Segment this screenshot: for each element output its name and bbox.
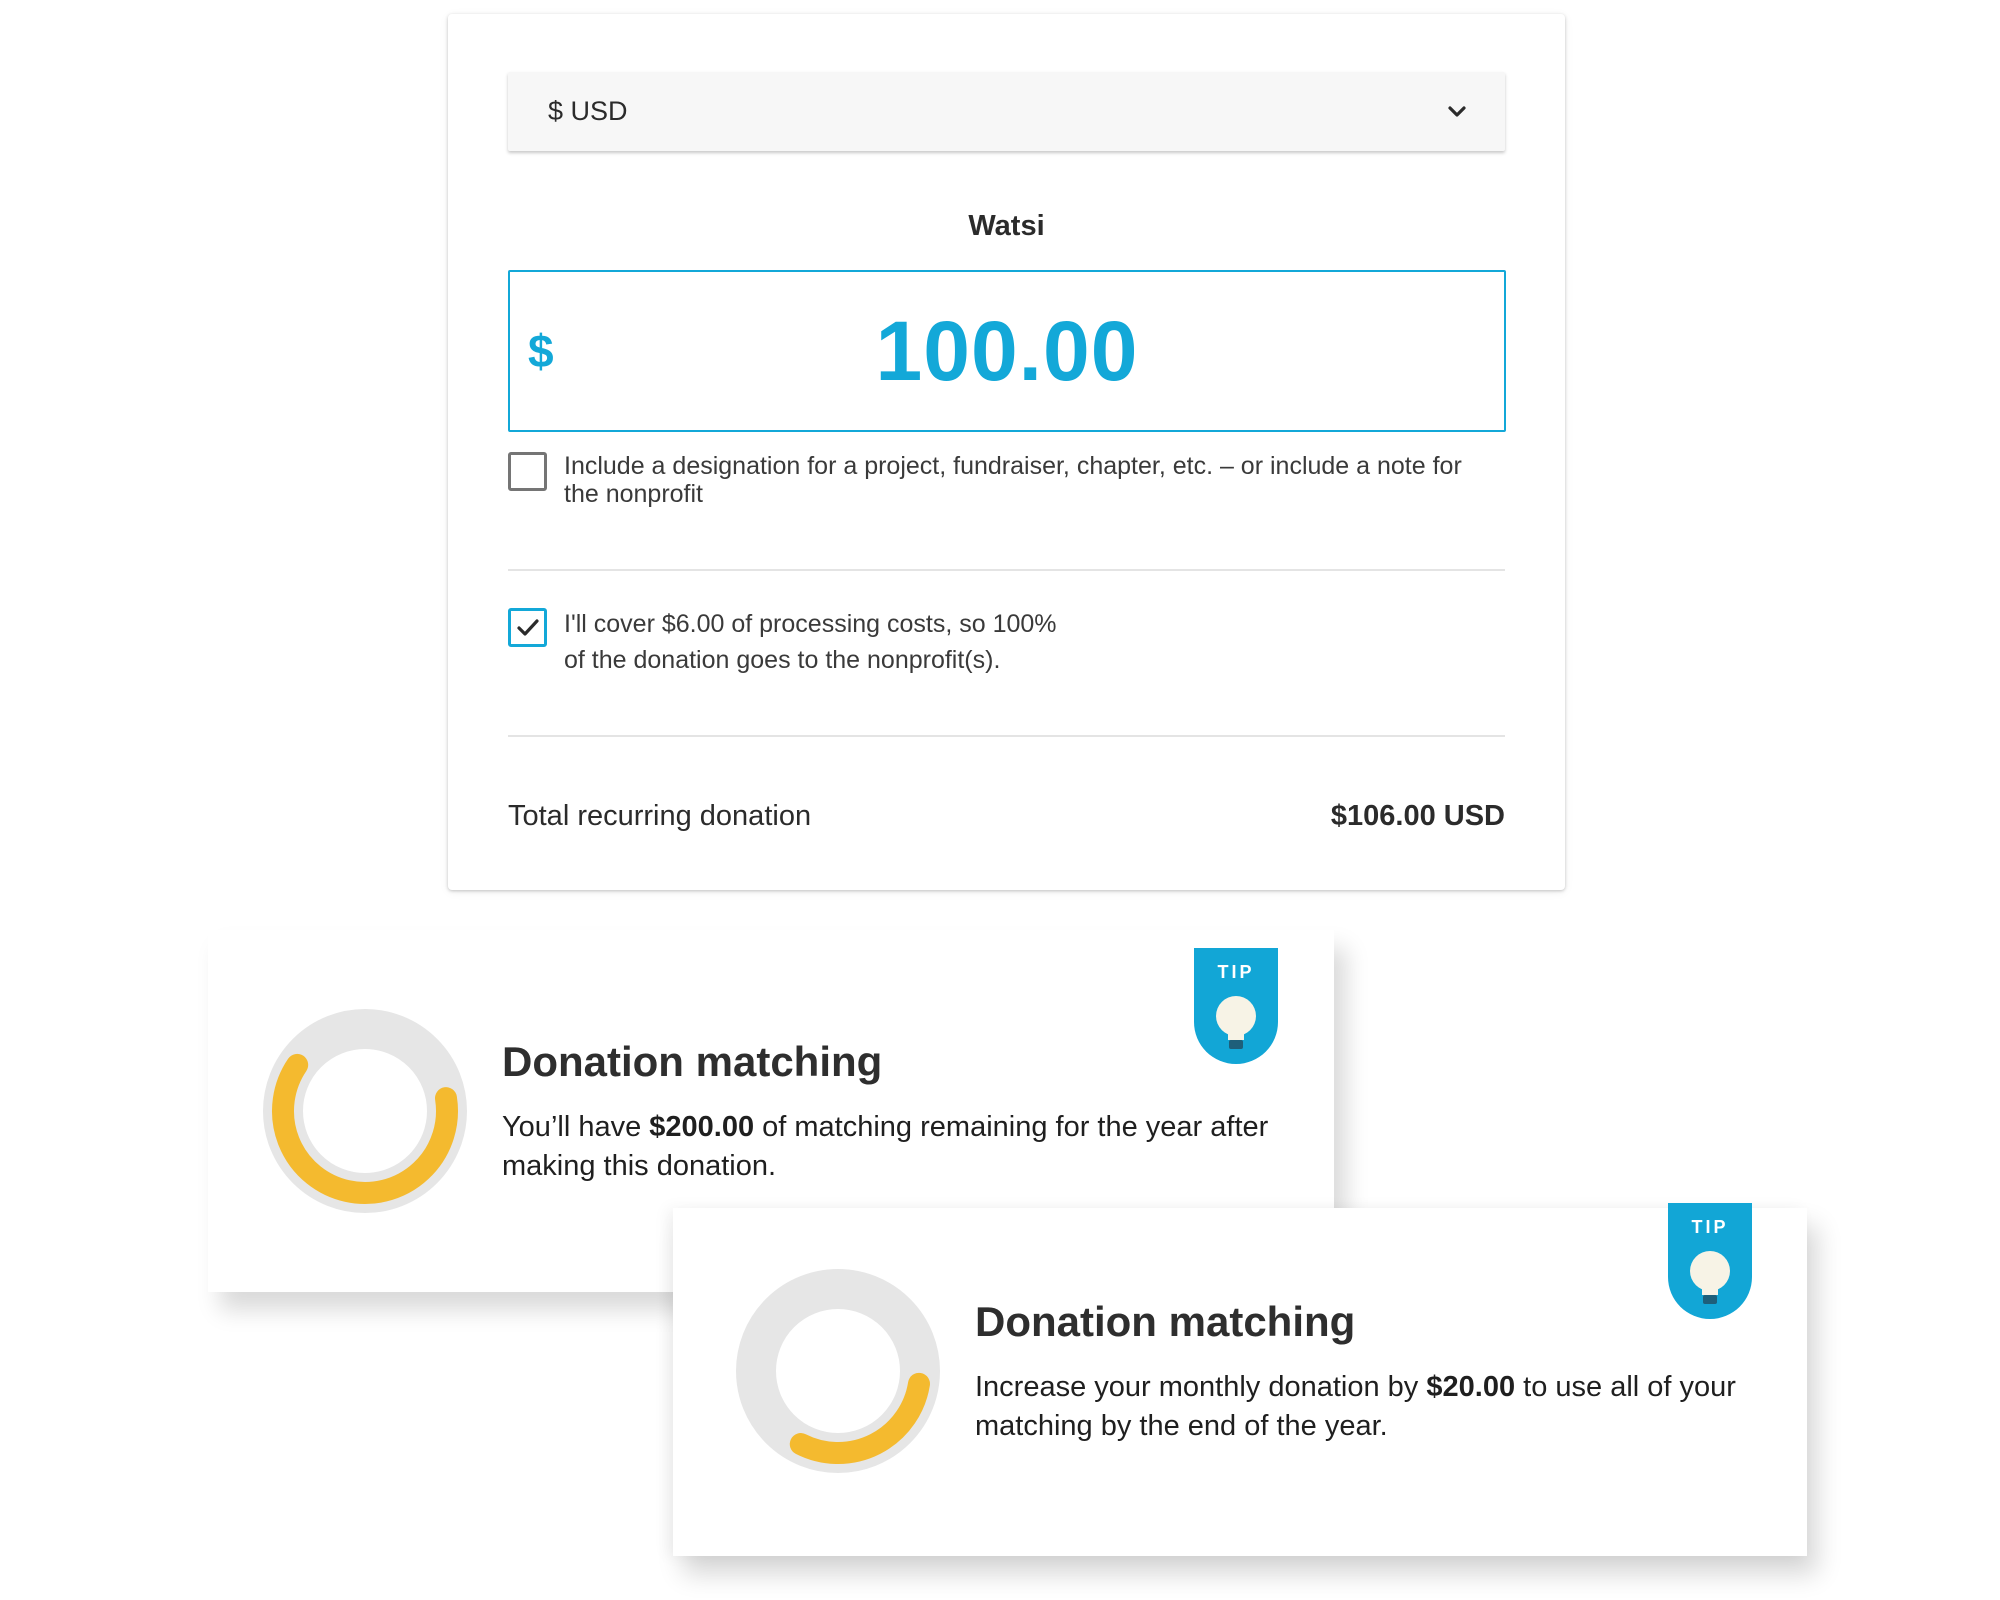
tip-body-text: Increase your monthly donation by [975, 1371, 1427, 1403]
designation-checkbox[interactable] [508, 452, 547, 491]
tip-badge: TIP [1194, 948, 1278, 1064]
donation-form-card: $ USD Watsi $ 100.00 Include a designati… [448, 14, 1565, 890]
page: $ USD Watsi $ 100.00 Include a designati… [0, 0, 2000, 1600]
tip-badge-label: TIP [1691, 1217, 1729, 1237]
total-row: Total recurring donation $106.00 USD [508, 800, 1505, 833]
checkmark-icon [516, 618, 539, 636]
tip-body-text: You’ll have [502, 1111, 650, 1143]
total-label: Total recurring donation [508, 800, 812, 832]
cover-costs-label: I'll cover $6.00 of processing costs, so… [564, 606, 1124, 678]
designation-label: Include a designation for a project, fun… [564, 452, 1462, 508]
tip-card-increase-donation: Donation matching Increase your monthly … [673, 1203, 1807, 1556]
cover-costs-option: I'll cover $6.00 of processing costs, so… [508, 608, 1124, 678]
divider [508, 735, 1505, 737]
tip-body: You’ll have $200.00 of matching remainin… [502, 1108, 1282, 1186]
cover-costs-checkbox[interactable] [508, 608, 547, 647]
currency-select[interactable]: $ USD [508, 72, 1505, 151]
tip-badge-label: TIP [1217, 962, 1255, 982]
designation-option: Include a designation for a project, fun… [508, 452, 1508, 508]
tip-body-amount: $20.00 [1426, 1371, 1516, 1403]
currency-select-value: $ USD [548, 96, 628, 126]
chevron-down-icon [1447, 102, 1467, 122]
divider [508, 569, 1505, 571]
matching-progress-ring [736, 1269, 940, 1473]
amount-input[interactable]: $ 100.00 [508, 270, 1506, 432]
tip-title: Donation matching [975, 1298, 1356, 1345]
total-value: $106.00 USD [1330, 800, 1505, 832]
amount-value: 100.00 [875, 303, 1139, 398]
cover-costs-label-line1: I'll cover $6.00 of processing costs, so… [564, 610, 1057, 638]
amount-currency-symbol: $ [528, 325, 554, 377]
tip-title: Donation matching [502, 1038, 883, 1085]
nonprofit-name: Watsi [968, 210, 1045, 242]
matching-progress-ring [263, 1009, 467, 1213]
tip-body-amount: $200.00 [649, 1111, 755, 1143]
tip-badge: TIP [1668, 1203, 1752, 1319]
tip-body: Increase your monthly donation by $20.00… [975, 1368, 1765, 1446]
cover-costs-label-line2: of the donation goes to the nonprofit(s)… [564, 646, 1001, 674]
